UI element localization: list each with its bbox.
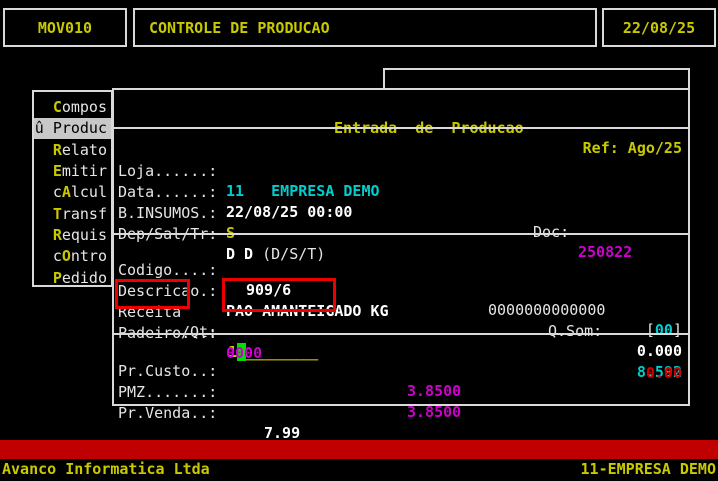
menu-item-compos[interactable]: Compos (34, 97, 111, 118)
window-id-box: MOV010 (3, 8, 127, 47)
menu-item-transf[interactable]: Transf (34, 204, 111, 225)
status-store: 11-EMPRESA DEMO (581, 459, 716, 479)
window-date: 22/08/25 (623, 19, 695, 37)
menu-item-pedido[interactable]: Pedido (34, 268, 111, 289)
window-id: MOV010 (38, 19, 92, 37)
divider-top (112, 127, 690, 129)
padeiro-row: Padeiro...: 0000 0.00 (114, 303, 688, 324)
window-title: CONTROLE DE PRODUCAO (149, 19, 330, 37)
window-date-box: 22/08/25 (602, 8, 716, 47)
descricao-row: Descricao.: PAO AMANTEIGADO KG Q.Som: 0.… (114, 261, 688, 282)
data-row: Data......: 22/08/25 00:00 Doc: 250822 (114, 162, 688, 183)
terminal-screen: MOV010 CONTROLE DE PRODUCAO 22/08/25 Com… (0, 0, 718, 481)
menu-item-requis[interactable]: Requis (34, 225, 111, 246)
menu-item-contro[interactable]: cOntro (34, 246, 111, 267)
codigo-row: Codigo....: 909/6 0000000000000 [00] (114, 240, 688, 261)
window-title-box: CONTROLE DE PRODUCAO (133, 8, 597, 47)
prcusto-row: Pr.Custo..: 3.8500 (114, 341, 688, 362)
sidebar-menu: Compos û Produc Relato Emitir cAlcul Tra… (32, 90, 113, 287)
loja-row: Loja......: 11 EMPRESA DEMO (114, 141, 688, 162)
doc-label: Doc: (533, 222, 569, 242)
alert-bar: ==============> Atencao => Quantidade em… (0, 440, 718, 459)
qsom-label: Q.Som: (548, 321, 602, 341)
status-bar: Avanco Informatica Ltda 11-EMPRESA DEMO (0, 459, 718, 481)
depsaltr-row: Dep/Sal/Tr: D D (D/S/T) (114, 204, 688, 225)
pmz-value: 3.8500 (407, 402, 461, 422)
divider-middle-1 (112, 233, 690, 235)
menu-item-calcul[interactable]: cAlcul (34, 182, 111, 203)
receita-row: Receita /Qt: 1________ 8.592 (114, 282, 688, 303)
insumos-row: B.INSUMOS.: S (114, 183, 688, 204)
prvenda-row: Pr.Venda..: 7.99 7.99 0.00 (114, 383, 688, 404)
menu-item-produc-selected[interactable]: û Produc (34, 118, 111, 139)
divider-middle-2 (112, 333, 690, 335)
status-company: Avanco Informatica Ltda (2, 459, 210, 479)
menu-item-relato[interactable]: Relato (34, 140, 111, 161)
prvenda-label: Pr.Venda..: (118, 403, 217, 423)
menu-item-emitir[interactable]: Emitir (34, 161, 111, 182)
pmz-row: PMZ.......: 3.8500 (114, 362, 688, 383)
panel-header-row: Entrada de Producao Ref: Ago/25 (114, 98, 688, 119)
production-entry-panel: Entrada de Producao Ref: Ago/25 Loja....… (112, 88, 690, 406)
